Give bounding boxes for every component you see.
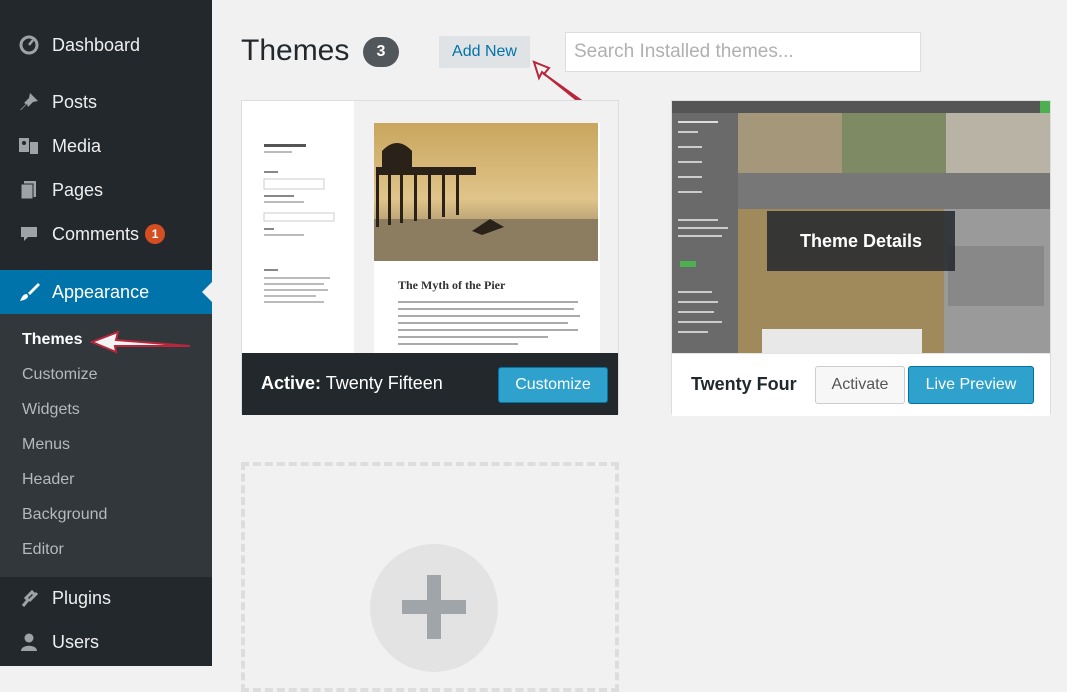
- menu-label: Media: [52, 135, 102, 156]
- customize-button[interactable]: Customize: [498, 367, 608, 403]
- activate-button[interactable]: Activate: [815, 366, 905, 404]
- comments-count-badge: 1: [145, 224, 166, 244]
- add-new-button[interactable]: Add New: [439, 36, 530, 68]
- theme-actions-bar: Twenty Four Activate Live Preview: [672, 353, 1050, 416]
- menu-label: Posts: [52, 91, 98, 112]
- theme-count-badge: 3: [363, 37, 399, 67]
- dashboard-icon: [18, 34, 40, 56]
- plus-icon: [370, 544, 498, 672]
- submenu-background[interactable]: Background: [22, 506, 107, 524]
- theme-details-overlay[interactable]: Theme Details: [767, 211, 955, 271]
- submenu-widgets[interactable]: Widgets: [22, 401, 80, 419]
- brush-icon: [18, 281, 40, 303]
- active-label: Active:: [261, 373, 322, 393]
- theme-card-twenty-fourteen[interactable]: Theme Details Twenty Four Activate Live …: [671, 100, 1051, 416]
- theme-card-active[interactable]: The Myth of the Pier Active: Twenty Fift…: [241, 100, 619, 415]
- page-title: Themes: [241, 34, 350, 67]
- media-icon: [18, 135, 40, 157]
- plugin-icon: [18, 587, 40, 609]
- user-icon: [18, 631, 40, 653]
- menu-label: Pages: [52, 179, 104, 200]
- menu-label: Users: [52, 631, 100, 652]
- live-preview-button[interactable]: Live Preview: [908, 366, 1034, 404]
- submenu-menus[interactable]: Menus: [22, 436, 70, 454]
- submenu-themes[interactable]: Themes: [22, 331, 82, 349]
- active-theme-name: Twenty Fifteen: [325, 373, 443, 393]
- search-themes-input[interactable]: [565, 32, 921, 72]
- menu-posts[interactable]: Posts: [0, 82, 212, 122]
- submenu-customize[interactable]: Customize: [22, 366, 98, 384]
- add-new-theme-card[interactable]: [241, 462, 619, 692]
- admin-sidebar: Dashboard Posts Media Pages Comments 1 A…: [0, 0, 212, 666]
- menu-comments[interactable]: Comments 1: [0, 214, 212, 254]
- active-theme-bar: Active: Twenty Fifteen Customize: [242, 353, 618, 415]
- comment-icon: [18, 223, 40, 245]
- current-indicator: [202, 282, 212, 302]
- menu-dashboard[interactable]: Dashboard: [0, 25, 212, 65]
- post-title: The Myth of the Pier: [398, 278, 506, 292]
- menu-pages[interactable]: Pages: [0, 170, 212, 210]
- menu-label: Comments: [52, 223, 140, 244]
- menu-label: Dashboard: [52, 34, 141, 55]
- submenu-header[interactable]: Header: [22, 471, 74, 489]
- pages-icon: [18, 179, 40, 201]
- menu-media[interactable]: Media: [0, 126, 212, 166]
- appearance-submenu: Themes Customize Widgets Menus Header Ba…: [0, 314, 212, 577]
- pin-icon: [18, 91, 40, 113]
- menu-label: Plugins: [52, 587, 112, 608]
- theme-name: Twenty Four: [691, 374, 797, 394]
- menu-users[interactable]: Users: [0, 622, 212, 662]
- menu-appearance[interactable]: Appearance: [0, 270, 212, 314]
- menu-label: Appearance: [52, 281, 150, 302]
- twenty-fifteen-preview: The Myth of the Pier: [242, 101, 618, 353]
- menu-plugins[interactable]: Plugins: [0, 578, 212, 618]
- theme-screenshot: The Myth of the Pier: [242, 101, 618, 353]
- submenu-editor[interactable]: Editor: [22, 541, 64, 559]
